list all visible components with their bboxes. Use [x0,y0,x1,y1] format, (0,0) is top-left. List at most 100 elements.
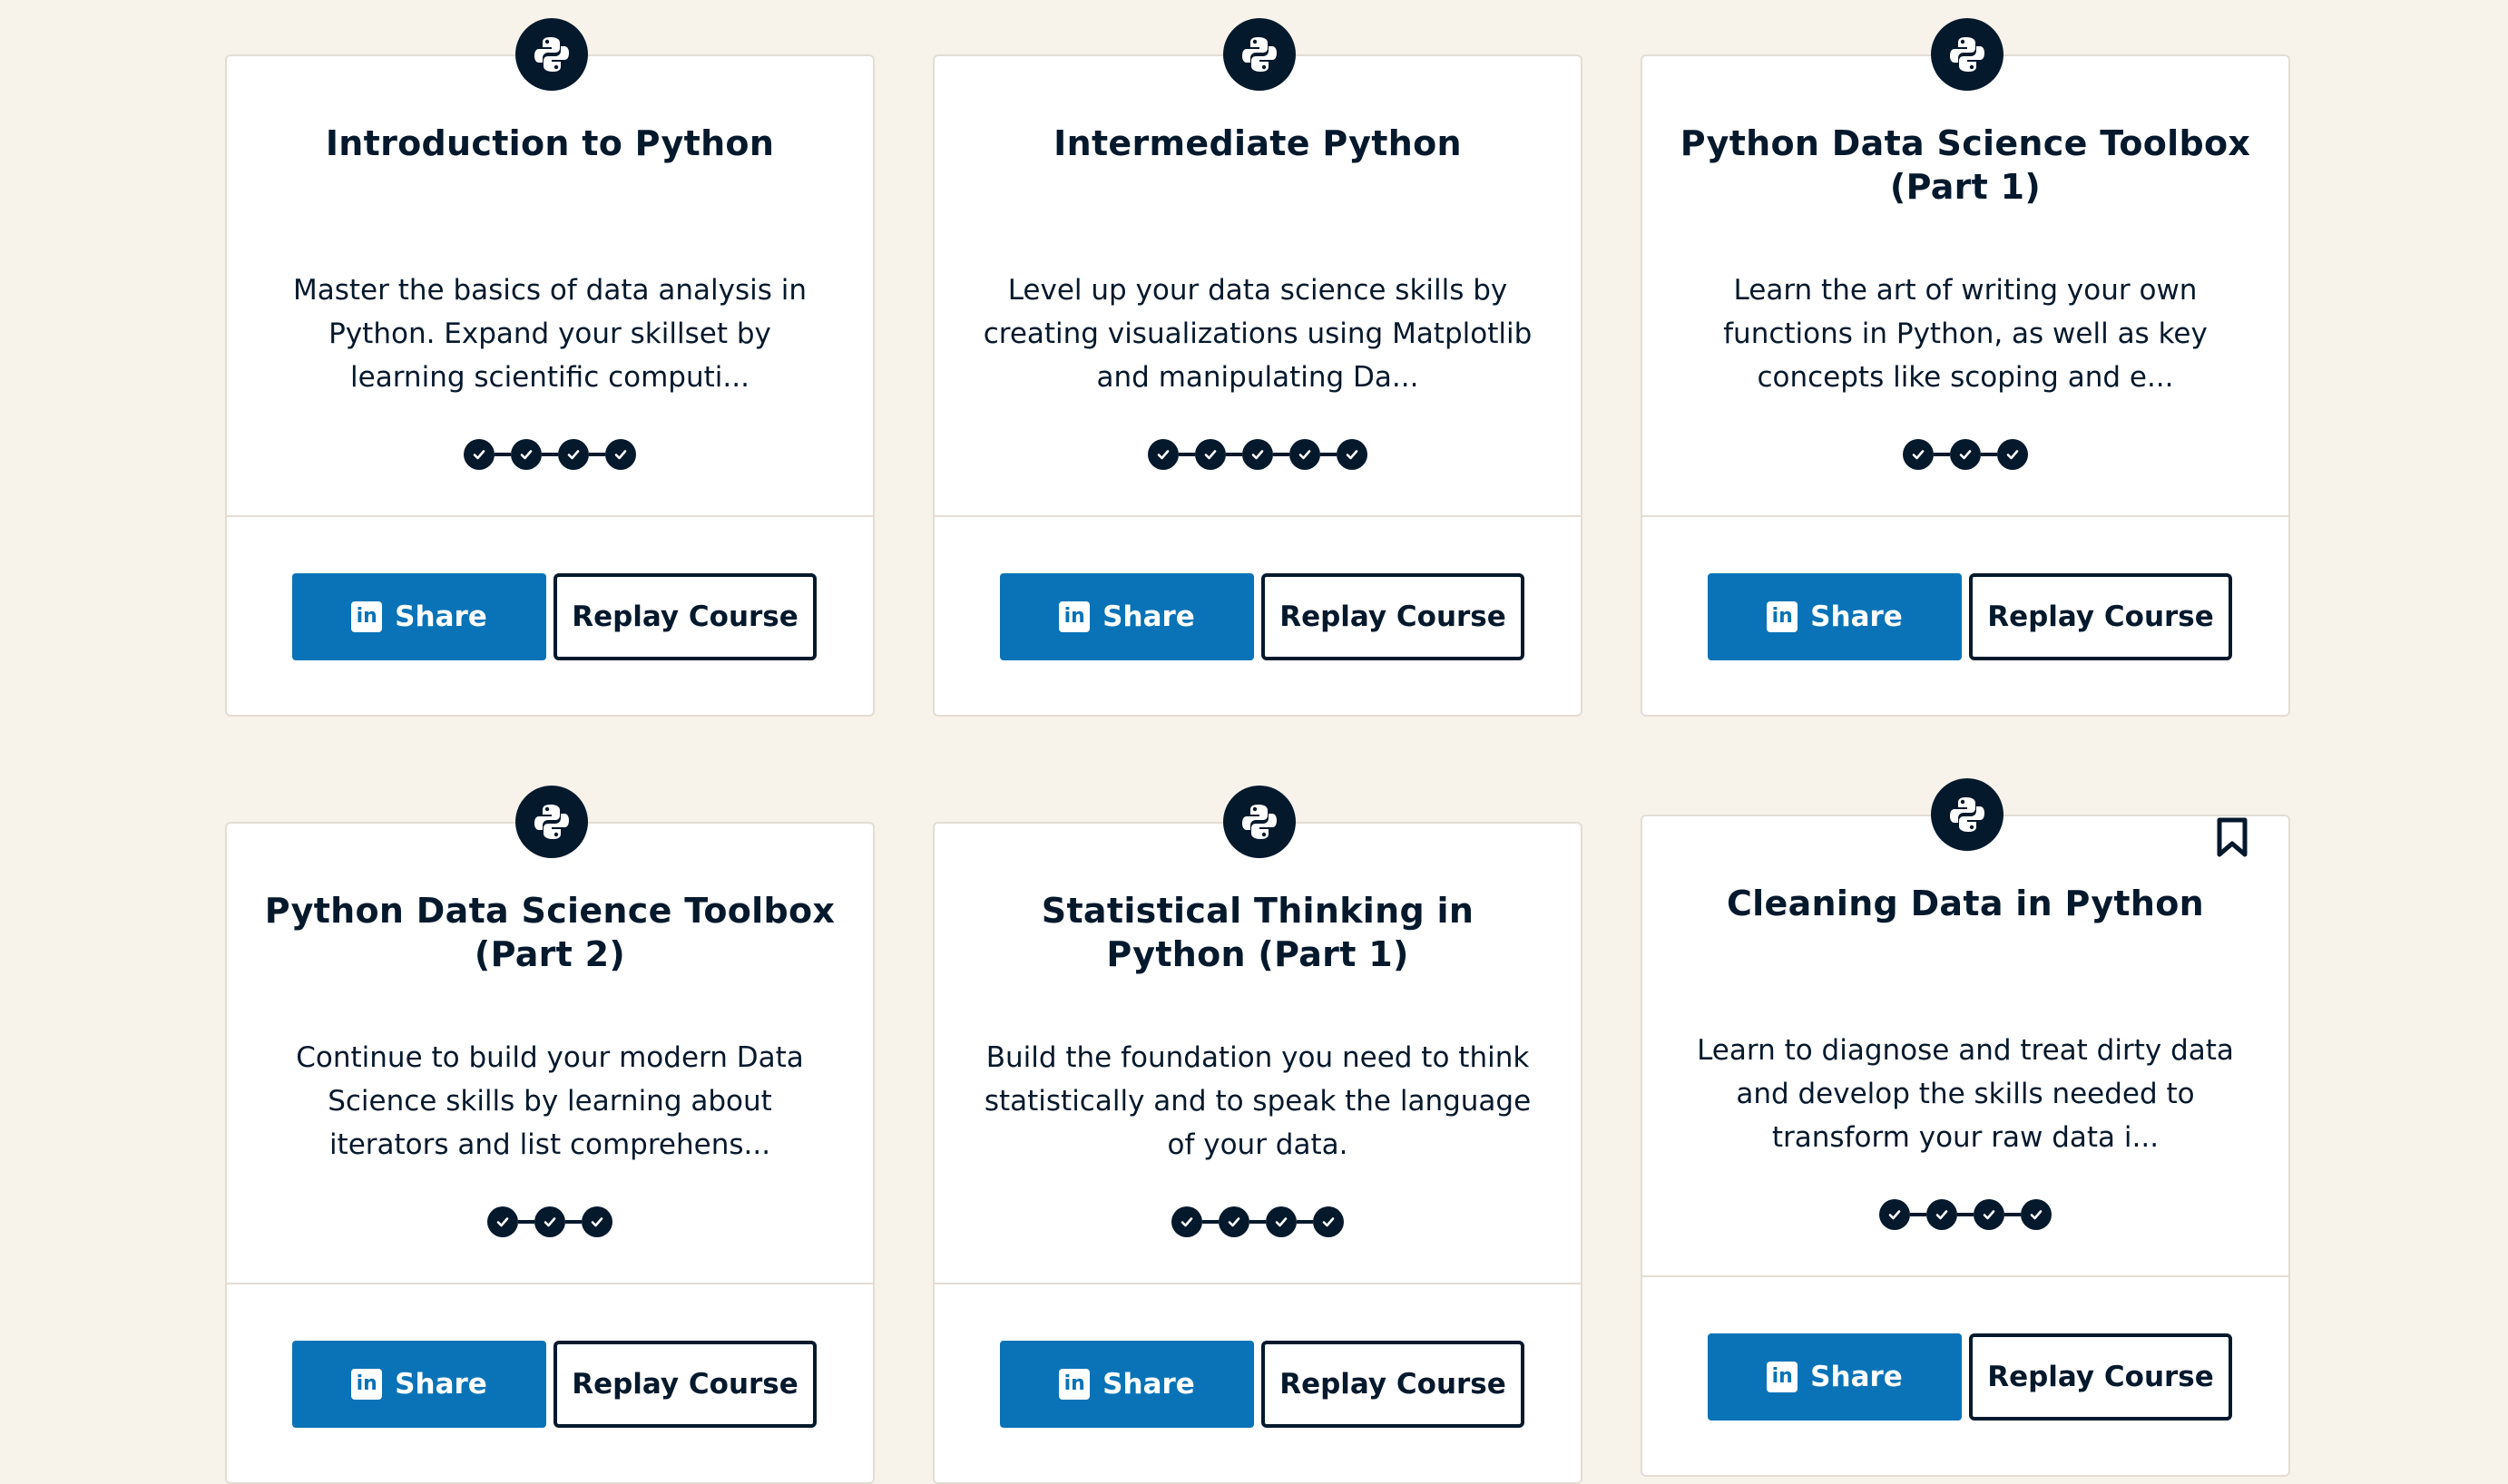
python-icon [1223,786,1296,858]
course-description: Learn to diagnose and treat dirty data a… [1697,1034,2234,1154]
course-grid: Introduction to Python Master the basics… [0,0,2508,1484]
share-label: Share [1810,600,1903,633]
chapter-complete-check-icon [487,1206,518,1237]
card-footer: in Share Replay Course [227,1283,873,1482]
replay-course-button[interactable]: Replay Course [1969,573,2232,660]
chapter-connector [565,1220,582,1224]
chapter-connector [1320,453,1337,456]
course-card: Cleaning Data in Python Learn to diagnos… [1641,778,2290,1477]
course-description: Level up your data science skills by cre… [983,274,1533,394]
chapter-connector [1179,453,1195,456]
chapter-connector [1981,453,1997,456]
chapter-progress [935,1206,1581,1237]
course-card: Introduction to Python Master the basics… [225,18,875,717]
share-label: Share [1102,600,1195,633]
chapter-complete-check-icon [1266,1206,1297,1237]
chapter-connector [1957,1213,1974,1216]
replay-course-button[interactable]: Replay Course [554,573,817,660]
course-description: Continue to build your modern Data Scien… [296,1041,804,1161]
bookmark-icon[interactable] [2216,816,2248,858]
chapter-connector [1249,1220,1266,1224]
chapter-complete-check-icon [1337,439,1367,470]
chapter-complete-check-icon [1903,439,1934,470]
python-icon [1931,778,2003,851]
chapter-progress [227,439,873,470]
chapter-complete-check-icon [1219,1206,1249,1237]
chapter-complete-check-icon [511,439,542,470]
course-title: Python Data Science Toolbox (Part 2) [264,891,836,974]
linkedin-icon: in [1059,1369,1091,1400]
share-label: Share [1810,1361,1903,1393]
chapter-complete-check-icon [1148,439,1179,470]
chapter-complete-check-icon [1974,1199,2004,1230]
linkedin-icon: in [1767,1362,1798,1392]
card-footer: in Share Replay Course [935,1283,1581,1482]
chapter-complete-check-icon [1313,1206,1344,1237]
chapter-connector [542,453,558,456]
python-icon [1931,18,2003,91]
replay-course-button[interactable]: Replay Course [1261,1341,1524,1428]
linkedin-icon: in [1767,601,1798,632]
linkedin-icon: in [351,601,383,632]
chapter-complete-check-icon [1950,439,1981,470]
chapter-complete-check-icon [1926,1199,1957,1230]
chapter-complete-check-icon [582,1206,612,1237]
card-footer: in Share Replay Course [935,515,1581,715]
chapter-complete-check-icon [558,439,589,470]
chapter-connector [1226,453,1242,456]
chapter-connector [1273,453,1289,456]
chapter-connector [1297,1220,1313,1224]
course-card: Intermediate Python Level up your data s… [933,18,1582,717]
share-button[interactable]: in Share [1000,1341,1254,1428]
share-button[interactable]: in Share [292,573,546,660]
course-title: Introduction to Python [325,123,775,163]
chapter-connector [1910,1213,1926,1216]
card-footer: in Share Replay Course [227,515,873,715]
chapter-complete-check-icon [1289,439,1320,470]
linkedin-icon: in [1059,601,1091,632]
course-card: Python Data Science Toolbox (Part 2) Con… [225,786,875,1484]
course-description: Build the foundation you need to think s… [984,1041,1532,1161]
python-icon [515,786,588,858]
course-title: Python Data Science Toolbox (Part 1) [1680,123,2251,207]
card-footer: in Share Replay Course [1642,1275,2288,1475]
chapter-complete-check-icon [1171,1206,1202,1237]
chapter-connector [495,453,511,456]
chapter-connector [2004,1213,2021,1216]
chapter-complete-check-icon [1997,439,2028,470]
course-description: Master the basics of data analysis in Py… [293,274,807,394]
chapter-connector [1202,1220,1219,1224]
python-icon [515,18,588,91]
course-card: Statistical Thinking in Python (Part 1) … [933,786,1582,1484]
python-icon [1223,18,1296,91]
course-description: Learn the art of writing your own functi… [1723,274,2208,394]
replay-course-button[interactable]: Replay Course [1261,573,1524,660]
linkedin-icon: in [351,1369,383,1400]
share-button[interactable]: in Share [1708,1333,1962,1421]
replay-course-button[interactable]: Replay Course [554,1341,817,1428]
course-title: Statistical Thinking in Python (Part 1) [1041,891,1474,974]
chapter-complete-check-icon [534,1206,565,1237]
chapter-complete-check-icon [1879,1199,1910,1230]
chapter-progress [1642,439,2288,470]
share-button[interactable]: in Share [1708,573,1962,660]
chapter-connector [589,453,605,456]
course-card: Python Data Science Toolbox (Part 1) Lea… [1641,18,2290,717]
chapter-connector [518,1220,534,1224]
card-footer: in Share Replay Course [1642,515,2288,715]
share-button[interactable]: in Share [1000,573,1254,660]
chapter-complete-check-icon [605,439,636,470]
chapter-complete-check-icon [1242,439,1273,470]
chapter-progress [1642,1199,2288,1230]
chapter-complete-check-icon [1195,439,1226,470]
chapter-connector [1934,453,1950,456]
share-button[interactable]: in Share [292,1341,546,1428]
course-title: Cleaning Data in Python [1726,884,2205,923]
chapter-complete-check-icon [2021,1199,2052,1230]
share-label: Share [395,1368,487,1401]
course-title: Intermediate Python [1053,123,1462,163]
chapter-complete-check-icon [464,439,495,470]
replay-course-button[interactable]: Replay Course [1969,1333,2232,1421]
share-label: Share [1102,1368,1195,1401]
chapter-progress [227,1206,873,1237]
